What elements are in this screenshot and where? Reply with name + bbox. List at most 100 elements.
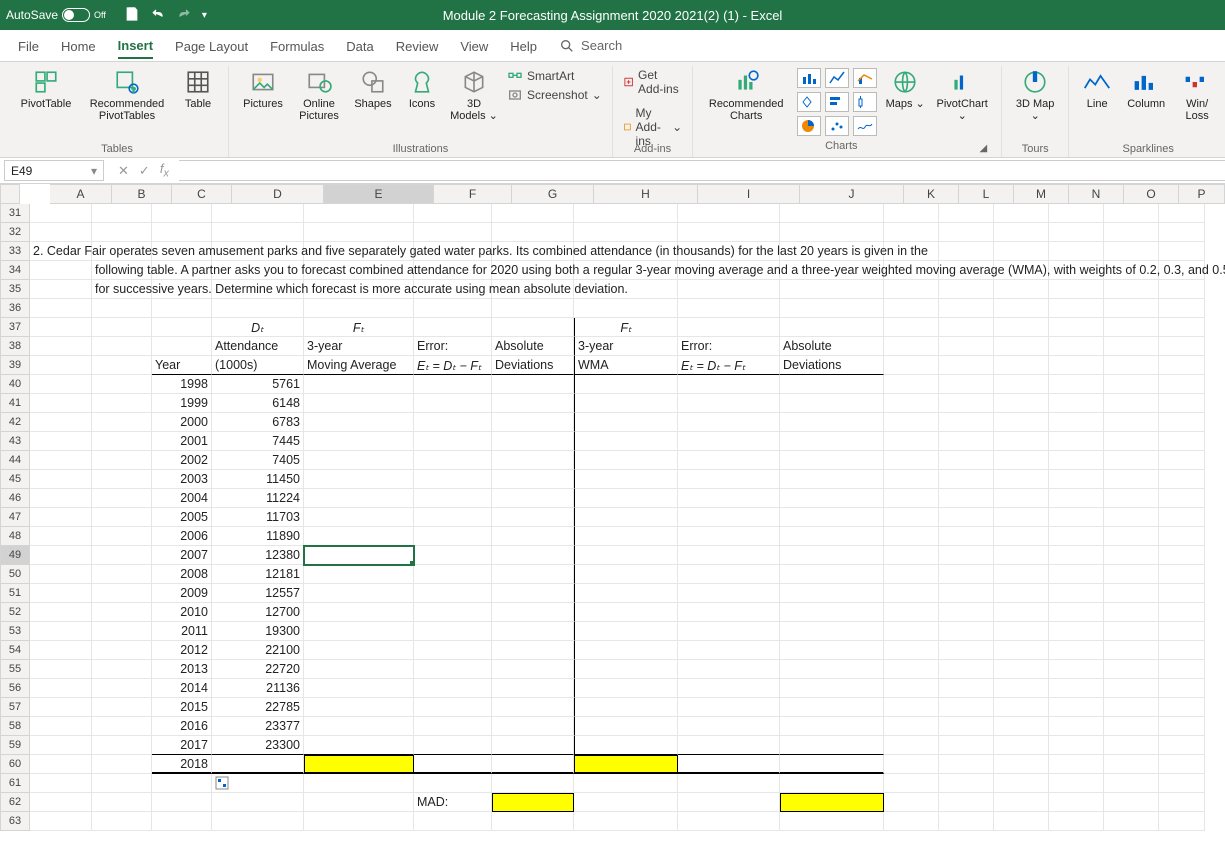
cell[interactable]: [1049, 394, 1104, 413]
cell[interactable]: 19300: [212, 622, 304, 641]
cell[interactable]: [1049, 698, 1104, 717]
cell[interactable]: 11224: [212, 489, 304, 508]
cell[interactable]: [1104, 793, 1159, 812]
cell[interactable]: [1049, 622, 1104, 641]
cell[interactable]: [414, 375, 492, 394]
cell[interactable]: [1159, 660, 1205, 679]
cell[interactable]: [30, 508, 92, 527]
cell[interactable]: [92, 660, 152, 679]
cell[interactable]: [780, 318, 884, 337]
cell[interactable]: [1159, 432, 1205, 451]
cell[interactable]: [780, 603, 884, 622]
cell[interactable]: [92, 375, 152, 394]
row-header[interactable]: 40: [0, 375, 30, 394]
cell[interactable]: [994, 318, 1049, 337]
cell[interactable]: [884, 679, 939, 698]
column-header-G[interactable]: G: [512, 184, 594, 204]
cell[interactable]: [152, 223, 212, 242]
surface-chart-icon[interactable]: [853, 116, 877, 136]
cell[interactable]: [780, 204, 884, 223]
cell[interactable]: [678, 679, 780, 698]
3d-models-button[interactable]: 3D Models ⌄: [449, 68, 499, 122]
cell[interactable]: [939, 432, 994, 451]
cell[interactable]: [884, 356, 939, 375]
my-addins-button[interactable]: My Add-ins ⌄: [623, 106, 682, 148]
cell[interactable]: 5761: [212, 375, 304, 394]
cell[interactable]: [414, 489, 492, 508]
cell[interactable]: [1104, 546, 1159, 565]
cell[interactable]: [994, 793, 1049, 812]
cell[interactable]: 12380: [212, 546, 304, 565]
cell[interactable]: [1104, 470, 1159, 489]
cell[interactable]: [1159, 774, 1205, 793]
column-header-B[interactable]: B: [112, 184, 172, 204]
cell[interactable]: [1159, 546, 1205, 565]
row-header[interactable]: 51: [0, 584, 30, 603]
cell[interactable]: [1104, 413, 1159, 432]
cell[interactable]: [304, 812, 414, 831]
cell[interactable]: 2016: [152, 717, 212, 736]
cell[interactable]: [994, 603, 1049, 622]
scatter-chart-icon[interactable]: [825, 116, 849, 136]
cell[interactable]: [1104, 451, 1159, 470]
cell[interactable]: [994, 641, 1049, 660]
autofill-options-icon[interactable]: [215, 776, 229, 790]
cell[interactable]: [574, 470, 678, 489]
cell[interactable]: [678, 280, 780, 299]
cell[interactable]: [30, 356, 92, 375]
cell[interactable]: [994, 717, 1049, 736]
cell[interactable]: [1104, 812, 1159, 831]
cell[interactable]: [304, 299, 414, 318]
cell[interactable]: [1049, 451, 1104, 470]
cell[interactable]: [30, 584, 92, 603]
cell[interactable]: [304, 755, 414, 774]
cell[interactable]: [1159, 736, 1205, 755]
cell[interactable]: [939, 375, 994, 394]
cell[interactable]: [414, 660, 492, 679]
cell[interactable]: [678, 717, 780, 736]
cell[interactable]: [304, 717, 414, 736]
cell[interactable]: [492, 736, 574, 755]
cell[interactable]: [780, 622, 884, 641]
cell[interactable]: [30, 470, 92, 489]
row-header[interactable]: 45: [0, 470, 30, 489]
cell[interactable]: [492, 223, 574, 242]
row-header[interactable]: 38: [0, 337, 30, 356]
cell[interactable]: [780, 223, 884, 242]
cell[interactable]: [492, 318, 574, 337]
row-header[interactable]: 36: [0, 299, 30, 318]
cell[interactable]: [492, 774, 574, 793]
cell[interactable]: 2008: [152, 565, 212, 584]
cell[interactable]: [678, 584, 780, 603]
cell[interactable]: [92, 698, 152, 717]
table-button[interactable]: Table: [178, 68, 218, 110]
cell[interactable]: [884, 470, 939, 489]
cell[interactable]: [1049, 679, 1104, 698]
cell[interactable]: [994, 527, 1049, 546]
worksheet-grid[interactable]: ABCDEFGHIJKLMNOP 3132332. Cedar Fair ope…: [0, 184, 1225, 831]
tab-formulas[interactable]: Formulas: [270, 33, 324, 58]
cell[interactable]: [492, 584, 574, 603]
cell[interactable]: [92, 394, 152, 413]
cell[interactable]: [574, 451, 678, 470]
cell[interactable]: 2002: [152, 451, 212, 470]
cell[interactable]: [994, 299, 1049, 318]
cell[interactable]: 2000: [152, 413, 212, 432]
cell[interactable]: [30, 413, 92, 432]
cell[interactable]: [414, 736, 492, 755]
cell[interactable]: 2010: [152, 603, 212, 622]
cell[interactable]: [212, 223, 304, 242]
cell[interactable]: [994, 679, 1049, 698]
cell[interactable]: [30, 527, 92, 546]
cell[interactable]: 2. Cedar Fair operates seven amusement p…: [30, 242, 92, 261]
column-header-F[interactable]: F: [434, 184, 512, 204]
row-header[interactable]: 35: [0, 280, 30, 299]
cell[interactable]: [1104, 698, 1159, 717]
cell[interactable]: [994, 432, 1049, 451]
cell[interactable]: [574, 793, 678, 812]
cell[interactable]: [92, 223, 152, 242]
cell[interactable]: 2003: [152, 470, 212, 489]
cell[interactable]: Moving Average: [304, 356, 414, 375]
cell[interactable]: [678, 508, 780, 527]
cell[interactable]: [1104, 318, 1159, 337]
